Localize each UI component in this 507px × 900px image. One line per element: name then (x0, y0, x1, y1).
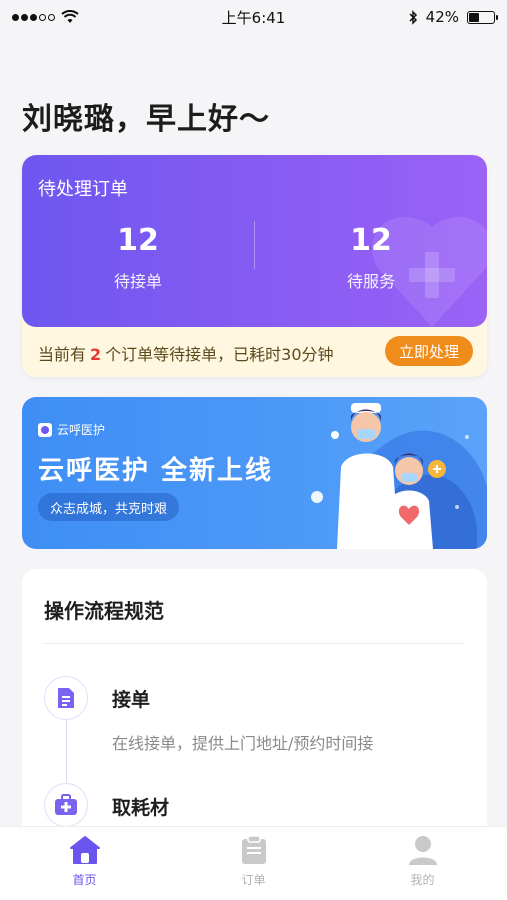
pending-orders-title: 待处理订单 (38, 179, 128, 200)
signal-icon (12, 13, 55, 21)
battery-fill (469, 12, 479, 22)
tab-home-label: 首页 (72, 873, 97, 887)
promo-banner[interactable]: 云呼医护 云呼医护 全新上线 众志成城，共克时艰 (22, 397, 487, 549)
notice-suffix: 个订单等待接单，已耗时30分钟 (105, 345, 334, 364)
banner-slogan: 众志成城，共克时艰 (38, 493, 180, 521)
stat-to-serve-label: 待服务 (346, 272, 395, 291)
clipboard-icon (241, 835, 266, 864)
document-icon (44, 676, 88, 720)
stat-to-serve-value: 12 (350, 223, 392, 258)
medical-kit-icon (44, 783, 88, 827)
step-title-supplies: 取耗材 (112, 797, 170, 819)
step-title-accept: 接单 (112, 689, 151, 711)
banner-logo: 云呼医护 (38, 421, 105, 438)
process-now-button[interactable]: 立即处理 (384, 336, 473, 366)
battery-percent: 42% (425, 8, 459, 26)
tab-orders[interactable]: 订单 (194, 827, 314, 900)
bottom-tab-bar: 首页 订单 我的 (0, 826, 507, 900)
notice-prefix: 当前有 (38, 345, 87, 364)
stat-to-accept[interactable]: 12 待接单 (22, 223, 254, 292)
process-guide-title: 操作流程规范 (44, 599, 164, 623)
stat-to-accept-label: 待接单 (113, 272, 162, 291)
stat-to-accept-value: 12 (117, 223, 159, 258)
tab-profile[interactable]: 我的 (363, 827, 483, 900)
stat-to-serve[interactable]: 12 待服务 (255, 223, 487, 292)
user-icon (408, 836, 437, 865)
nurse-doctor-illustration (311, 403, 487, 549)
home-icon (69, 836, 100, 864)
tab-home[interactable]: 首页 (25, 827, 145, 900)
pending-orders-summary[interactable]: 待处理订单 12 待接单 12 待服务 (22, 155, 487, 327)
app-logo-icon (38, 422, 52, 437)
greeting-title: 刘晓璐，早上好～ (22, 102, 270, 137)
pending-notice: 当前有 2 个订单等待接单，已耗时30分钟 (38, 341, 334, 365)
banner-logo-text: 云呼医护 (57, 423, 106, 437)
tab-orders-label: 订单 (241, 873, 266, 887)
banner-headline: 云呼医护 全新上线 (38, 456, 274, 486)
bluetooth-icon (409, 9, 417, 25)
step-desc-accept: 在线接单，提供上门地址/预约时间接 (112, 734, 374, 753)
wifi-icon (61, 10, 79, 23)
status-right: 42% (408, 8, 498, 26)
status-bar: 上午6:41 42% (0, 0, 507, 34)
battery-icon (467, 10, 498, 24)
notice-count: 2 (90, 345, 102, 364)
tab-profile-label: 我的 (410, 873, 435, 887)
process-divider (44, 643, 465, 644)
pending-orders-card: 待处理订单 12 待接单 12 待服务 当前有 2 个订单等待接单，已耗时30分钟 … (22, 155, 487, 377)
status-left (12, 10, 79, 24)
process-guide-card: 操作流程规范 接单 在线接单，提供上门地址/预约时间接 取耗材 (22, 569, 487, 859)
